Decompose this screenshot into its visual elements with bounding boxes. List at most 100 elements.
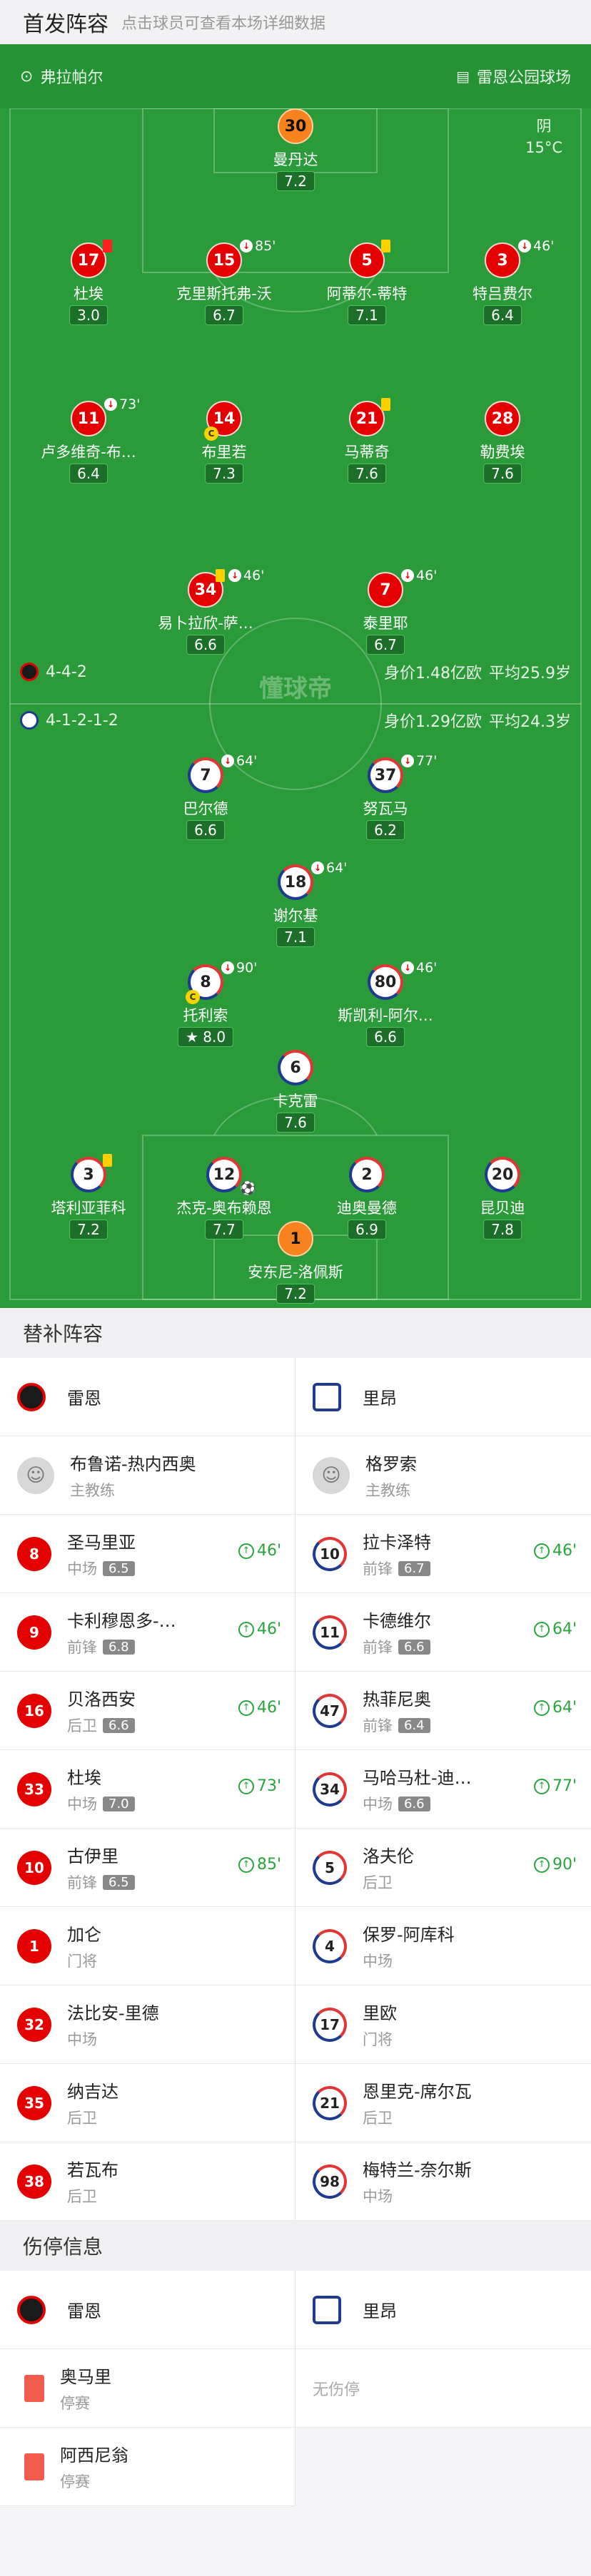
- home-player[interactable]: 15 克里斯托弗-沃 6.7 ↓ 85': [153, 238, 296, 357]
- home-player[interactable]: 21 马蒂奇 7.6: [296, 398, 438, 515]
- sub-rating: 6.5: [103, 1560, 135, 1576]
- player-name: 斯凯利-阿尔…: [338, 1007, 433, 1024]
- sub-row[interactable]: 38 若瓦布 后卫: [0, 2142, 296, 2221]
- sub-position: 后卫 6.6: [67, 1714, 136, 1736]
- jersey-number: 28: [485, 401, 520, 436]
- sub-in-marker: ↑ 73': [238, 1777, 281, 1795]
- sub-row[interactable]: 47 热菲尼奥 前锋 6.4 ↑ 64': [296, 1672, 591, 1750]
- away-player[interactable]: 6 卡克雷 7.6: [224, 1050, 367, 1164]
- sub-position: 中场: [67, 2028, 159, 2050]
- home-player[interactable]: 17 杜埃 3.0: [17, 240, 160, 357]
- away-player[interactable]: 37 努瓦马 6.2 ↓ 77': [314, 753, 457, 872]
- sub-name: 卡德维尔: [363, 1611, 431, 1631]
- player-rating: 7.6: [348, 464, 386, 484]
- sub-name: 马哈马杜-迪…: [363, 1768, 472, 1788]
- sub-row[interactable]: 34 马哈马杜-迪… 中场 6.6 ↑ 77': [296, 1750, 591, 1829]
- jersey-number: 8: [17, 1536, 51, 1571]
- red-card-icon: [103, 240, 112, 252]
- player-name: 托利索: [183, 1007, 228, 1024]
- injury-row[interactable]: 奥马里 停赛: [0, 2349, 296, 2428]
- substitution-marker: ↓ 77': [401, 753, 437, 769]
- home-player[interactable]: 28 勒费埃 7.6: [431, 401, 574, 515]
- sub-row[interactable]: 17 里欧 门将: [296, 1985, 591, 2064]
- home-coach-row[interactable]: ☺ 布鲁诺-热内西奥 主教练: [0, 1436, 296, 1515]
- sub-in-marker: ↑ 46': [238, 1542, 281, 1560]
- captain-badge-icon: C: [186, 990, 200, 1004]
- home-player[interactable]: 30 曼丹达 7.2: [224, 108, 367, 223]
- yellow-card-icon: [103, 1154, 112, 1167]
- away-player[interactable]: 7 巴尔德 6.6 ↓ 64': [134, 753, 277, 872]
- sub-row[interactable]: 8 圣马里亚 中场 6.5 ↑ 46': [0, 1515, 296, 1593]
- away-player[interactable]: 3 塔利亚菲科 7.2: [17, 1154, 160, 1271]
- sub-position: 前锋 6.4: [363, 1714, 431, 1736]
- home-player[interactable]: 14 布里若 7.3 C: [153, 401, 296, 515]
- injury-status: 停赛: [60, 2473, 90, 2490]
- sub-row[interactable]: 32 法比安-里德 中场: [0, 1985, 296, 2064]
- sub-row[interactable]: 11 卡德维尔 前锋 6.6 ↑ 64': [296, 1593, 591, 1672]
- sub-in-marker: ↑ 64': [533, 1620, 577, 1638]
- sub-row[interactable]: 10 拉卡泽特 前锋 6.7 ↑ 46': [296, 1515, 591, 1593]
- sub-row[interactable]: 33 杜埃 中场 7.0 ↑ 73': [0, 1750, 296, 1829]
- sub-row[interactable]: 5 洛夫伦 后卫 ↑ 90': [296, 1829, 591, 1907]
- sub-name: 卡利穆恩多-…: [67, 1611, 176, 1631]
- sub-row[interactable]: 21 恩里克-席尔瓦 后卫: [296, 2064, 591, 2142]
- sub-in-minute: 73': [256, 1777, 281, 1795]
- sub-row[interactable]: 35 纳吉达 后卫: [0, 2064, 296, 2142]
- away-team-name: 里昂: [363, 2301, 397, 2321]
- referee-name: 弗拉帕尔: [40, 69, 103, 87]
- jersey-number: 11: [313, 1615, 347, 1650]
- sub-row[interactable]: 4 保罗-阿库科 中场: [296, 1907, 591, 1985]
- sub-row[interactable]: 98 梅特兰-奈尔斯 中场: [296, 2142, 591, 2221]
- sub-minute: 64': [326, 860, 348, 876]
- home-team-name: 雷恩: [67, 1389, 101, 1409]
- sub-info: 纳吉达 后卫: [67, 2077, 118, 2128]
- player-rating: 6.4: [69, 464, 108, 484]
- jersey-number: 12: [206, 1157, 242, 1192]
- position-text: 门将: [363, 2031, 393, 2048]
- coach-label: 主教练: [365, 1482, 410, 1499]
- player-rating: 7.1: [348, 305, 386, 325]
- home-player[interactable]: 11 卢多维奇-布… 6.4 ↓ 73': [17, 397, 160, 515]
- sub-info: 恩里克-席尔瓦 后卫: [363, 2077, 472, 2128]
- away-player[interactable]: 20 昆贝迪 7.8: [431, 1157, 574, 1271]
- stadium-name: 雷恩公园球场: [476, 69, 571, 87]
- player-rating: 6.7: [205, 305, 243, 325]
- sub-rating: 6.7: [398, 1560, 430, 1576]
- player-rating: 6.6: [366, 1027, 405, 1047]
- stadium-icon: ▤: [456, 68, 470, 85]
- sub-row[interactable]: 1 加仑 门将: [0, 1907, 296, 1985]
- away-team-row[interactable]: 里昂: [296, 2271, 591, 2349]
- jersey-number: 5: [313, 1850, 347, 1885]
- position-text: 中场: [363, 2188, 393, 2205]
- home-team-row[interactable]: 雷恩: [0, 1358, 296, 1436]
- home-player[interactable]: 3 特吕费尔 6.4 ↓ 46': [431, 238, 574, 357]
- away-player[interactable]: 1 安东尼-洛佩斯 7.2: [224, 1221, 367, 1308]
- sub-row[interactable]: 16 贝洛西安 后卫 6.6 ↑ 46': [0, 1672, 296, 1750]
- sub-in-icon: ↑: [533, 1621, 550, 1637]
- sub-row[interactable]: 9 卡利穆恩多-… 前锋 6.8 ↑ 46': [0, 1593, 296, 1672]
- sub-rating: 6.6: [398, 1639, 430, 1655]
- player-name: 特吕费尔: [473, 285, 532, 302]
- sub-row[interactable]: 10 古伊里 前锋 6.5 ↑ 85': [0, 1829, 296, 1907]
- home-team-logo-icon: [17, 2295, 46, 2324]
- avatar: ☺: [313, 1456, 350, 1494]
- sub-info: 卡德维尔 前锋 6.6: [363, 1607, 431, 1657]
- sub-name: 纳吉达: [67, 2082, 118, 2102]
- home-team-row[interactable]: 雷恩: [0, 2271, 296, 2349]
- player-name: 克里斯托弗-沃: [176, 285, 272, 302]
- home-player[interactable]: 34 易卜拉欣-萨… 6.6 ↓ 46': [134, 568, 277, 686]
- position-text: 后卫: [67, 1717, 97, 1734]
- pitch: ⊙ 弗拉帕尔 ▤ 雷恩公园球场 阴 15°C 懂球帝 4-4-2 身价1.48亿…: [0, 44, 591, 1308]
- home-team-logo-icon: [17, 1382, 46, 1411]
- jersey-number: 21: [313, 2085, 347, 2120]
- sub-in-minute: 46': [256, 1542, 281, 1560]
- injury-info: 奥马里 停赛: [60, 2363, 111, 2413]
- home-player[interactable]: 7 泰里耶 6.7 ↓ 46': [314, 568, 457, 686]
- sub-minute: 85': [255, 238, 276, 254]
- player-rating: 7.6: [483, 464, 522, 484]
- sub-info: 拉卡泽特 前锋 6.7: [363, 1528, 431, 1579]
- home-player[interactable]: 5 阿蒂尔-蒂特 7.1: [296, 240, 438, 357]
- away-team-row[interactable]: 里昂: [296, 1358, 591, 1436]
- injury-row[interactable]: 阿西尼翁 停赛: [0, 2428, 296, 2506]
- away-coach-row[interactable]: ☺ 格罗索 主教练: [296, 1436, 591, 1515]
